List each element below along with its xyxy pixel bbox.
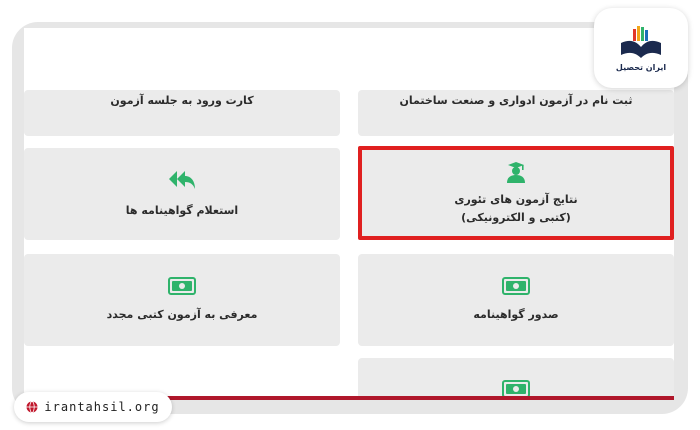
partial-tile[interactable] xyxy=(358,358,674,400)
periodic-exam-register-tile[interactable]: ثبت نام در آزمون ادواری و صنعت ساختمان xyxy=(358,90,674,136)
irantahsil-logo: ایران تحصیل xyxy=(594,8,688,88)
issue-certificate-label: صدور گواهینامه xyxy=(473,307,559,321)
site-badge: irantahsil.org xyxy=(14,392,172,422)
exam-entry-card-label: کارت ورود به جلسه آزمون xyxy=(110,94,254,107)
book-logo-icon xyxy=(621,25,661,58)
issue-certificate-tile[interactable]: صدور گواهینامه xyxy=(358,254,674,346)
highlight-box xyxy=(358,146,674,240)
exam-entry-card-tile[interactable]: کارت ورود به جلسه آزمون xyxy=(24,90,340,136)
globe-icon xyxy=(26,401,38,413)
screen-top-area xyxy=(24,28,674,90)
screenshot-frame: کارت ورود به جلسه آزمون ثبت نام در آزمون… xyxy=(12,22,688,414)
services-screen: کارت ورود به جلسه آزمون ثبت نام در آزمون… xyxy=(24,28,674,400)
reintroduce-exam-label: معرفی به آزمون کتبی مجدد xyxy=(106,307,258,321)
site-url: irantahsil.org xyxy=(44,400,160,414)
reintroduce-exam-tile[interactable]: معرفی به آزمون کتبی مجدد xyxy=(24,254,340,346)
banknote-icon xyxy=(502,276,530,298)
certificate-inquiry-label: استعلام گواهینامه ها xyxy=(125,203,239,217)
certificate-inquiry-tile[interactable]: استعلام گواهینامه ها xyxy=(24,148,340,240)
periodic-exam-register-label: ثبت نام در آزمون ادواری و صنعت ساختمان xyxy=(399,94,633,107)
reply-all-icon xyxy=(167,169,197,194)
banknote-icon xyxy=(168,276,196,298)
logo-text: ایران تحصیل xyxy=(615,62,667,72)
